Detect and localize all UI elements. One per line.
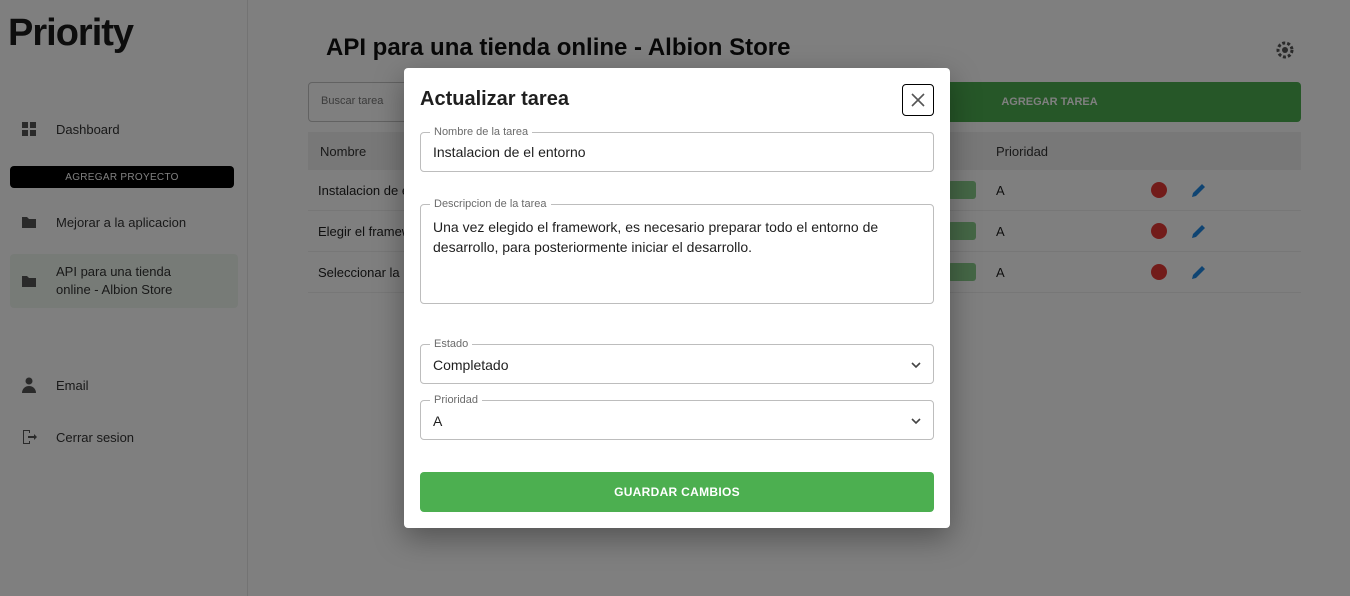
priority-select[interactable]: Prioridad A [420, 393, 934, 440]
task-description-value: Una vez elegido el framework, es necesar… [433, 219, 879, 255]
status-label: Estado [430, 337, 473, 351]
save-changes-button[interactable]: GUARDAR CAMBIOS [420, 472, 934, 512]
chevron-down-icon [911, 418, 921, 425]
dialog-title: Actualizar tarea [420, 88, 569, 110]
close-icon [911, 93, 925, 107]
priority-label: Prioridad [430, 393, 483, 407]
priority-value: A [433, 413, 443, 429]
update-task-dialog: Actualizar tarea Nombre de la tarea Inst… [404, 68, 950, 528]
status-value: Completado [433, 357, 509, 373]
task-name-label: Nombre de la tarea [430, 125, 533, 139]
task-name-field[interactable]: Nombre de la tarea Instalacion de el ent… [420, 125, 934, 172]
close-button[interactable] [902, 84, 934, 116]
chevron-down-icon [911, 362, 921, 369]
task-description-field[interactable]: Descripcion de la tarea Una vez elegido … [420, 197, 934, 304]
task-name-value: Instalacion de el entorno [433, 144, 586, 160]
task-description-label: Descripcion de la tarea [430, 197, 551, 211]
status-select[interactable]: Estado Completado [420, 337, 934, 384]
